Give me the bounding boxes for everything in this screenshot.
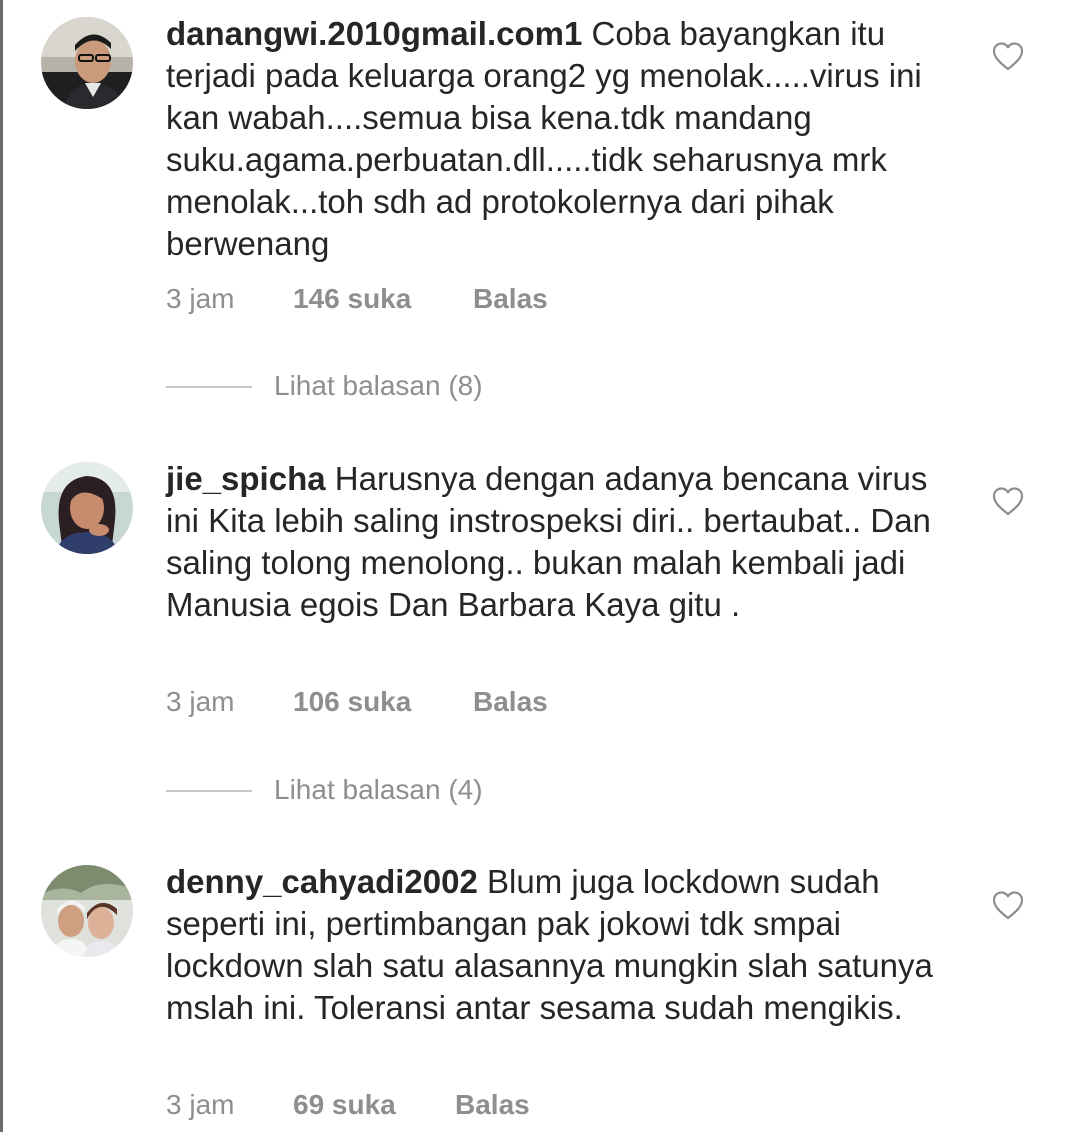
avatar[interactable] [41, 17, 133, 109]
timestamp: 3 jam [166, 283, 235, 314]
comment-text: jie_spicha Harusnya dengan adanya bencan… [166, 458, 966, 626]
reply-button[interactable]: Balas [473, 685, 548, 719]
likes-count[interactable]: 146 suka [293, 282, 411, 316]
username[interactable]: jie_spicha [166, 460, 326, 497]
replies-divider-line [166, 386, 252, 388]
reply-button[interactable]: Balas [455, 1088, 530, 1122]
like-heart-icon[interactable] [991, 485, 1025, 519]
left-edge-border [0, 0, 3, 1132]
profile-photo-woman-icon [41, 462, 133, 554]
username[interactable]: denny_cahyadi2002 [166, 863, 478, 900]
profile-photo-couple-icon [41, 865, 133, 957]
likes-count[interactable]: 106 suka [293, 685, 411, 719]
avatar[interactable] [41, 865, 133, 957]
replies-divider-line [166, 790, 252, 792]
username[interactable]: danangwi.2010gmail.com1 [166, 15, 582, 52]
avatar[interactable] [41, 462, 133, 554]
timestamp: 3 jam [166, 686, 235, 717]
view-replies-label: Lihat balasan (4) [274, 774, 483, 805]
comment-body: Coba bayangkan itu terjadi pada keluarga… [166, 15, 922, 262]
timestamp: 3 jam [166, 1089, 235, 1120]
comment-text: danangwi.2010gmail.com1 Coba bayangkan i… [166, 13, 966, 265]
like-heart-icon[interactable] [991, 889, 1025, 923]
likes-count[interactable]: 69 suka [293, 1088, 396, 1122]
comment-text: denny_cahyadi2002 Blum juga lockdown sud… [166, 861, 966, 1029]
reply-button[interactable]: Balas [473, 282, 548, 316]
like-heart-icon[interactable] [991, 40, 1025, 74]
profile-photo-man-in-car-icon [41, 17, 133, 109]
view-replies-label: Lihat balasan (8) [274, 370, 483, 401]
